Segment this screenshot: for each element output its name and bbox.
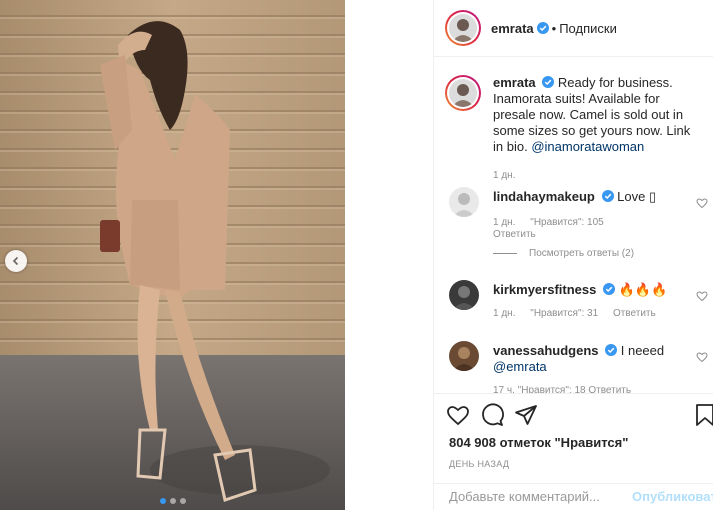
- photo-pagination-dots: [0, 498, 345, 504]
- post-header: emrata • Подписки: [434, 0, 713, 57]
- verified-badge-icon: [605, 344, 618, 356]
- author-avatar-ring[interactable]: [445, 10, 481, 46]
- post-time[interactable]: ДЕНЬ НАЗАД: [449, 459, 509, 469]
- replies-divider: [493, 253, 517, 254]
- small-heart-icon[interactable]: [696, 290, 708, 302]
- post-photo[interactable]: [0, 0, 345, 510]
- comment-text: I neeed: [620, 343, 665, 358]
- post-caption: emrata Ready for business. Inamorata sui…: [445, 75, 710, 155]
- comment-meta: 1 дн. "Нравится": 105: [493, 217, 616, 228]
- header-separator: •: [551, 20, 557, 36]
- view-replies-label[interactable]: Посмотреть ответы (2): [529, 248, 634, 259]
- following-button[interactable]: Подписки: [559, 21, 617, 36]
- comment-likes[interactable]: "Нравится": 105: [530, 217, 603, 228]
- post-actions: 804 908 отметок "Нравится" ДЕНЬ НАЗАД Оп…: [434, 393, 713, 510]
- view-replies-button[interactable]: Посмотреть ответы (2): [493, 248, 634, 259]
- pagination-dot: [179, 498, 186, 504]
- commenter-username[interactable]: lindahaymakeup: [493, 189, 595, 204]
- author-avatar[interactable]: [449, 14, 477, 42]
- action-icons: [446, 403, 538, 427]
- caption-avatar-ring[interactable]: [445, 75, 481, 111]
- small-heart-icon[interactable]: [696, 351, 708, 363]
- commenter-avatar[interactable]: [449, 341, 479, 371]
- comment-meta: 1 дн. "Нравится": 31 Ответить: [493, 308, 668, 319]
- heart-icon[interactable]: [446, 403, 470, 427]
- small-heart-icon[interactable]: [696, 197, 708, 209]
- verified-badge-icon: [542, 76, 555, 88]
- commenter-username[interactable]: vanessahudgens: [493, 343, 599, 358]
- verified-badge-icon: [601, 190, 614, 202]
- share-icon[interactable]: [514, 403, 538, 427]
- reply-button[interactable]: Ответить: [493, 229, 536, 240]
- post-details-panel: emrata • Подписки emrata Ready for busin…: [433, 0, 713, 510]
- caption-avatar[interactable]: [449, 79, 477, 107]
- comment-time[interactable]: 1 дн.: [493, 308, 515, 319]
- publish-button[interactable]: Опубликовать: [632, 489, 713, 504]
- comment-text: Love: [617, 189, 649, 204]
- caption-username[interactable]: emrata: [493, 75, 536, 90]
- reply-button[interactable]: Ответить: [613, 308, 656, 319]
- post-image: [0, 0, 345, 510]
- bookmark-button[interactable]: [693, 403, 713, 427]
- commenter-avatar[interactable]: [449, 187, 479, 217]
- comment-icon[interactable]: [480, 403, 504, 427]
- comment-mention-link[interactable]: @emrata: [493, 359, 547, 374]
- pagination-dot: [169, 498, 176, 504]
- pagination-dot-active: [159, 498, 166, 504]
- comment-input[interactable]: [449, 489, 629, 504]
- chevron-left-icon: [12, 256, 19, 266]
- comment-emoji: ▯: [648, 189, 657, 204]
- caption-time: 1 дн.: [493, 170, 516, 181]
- commenter-username[interactable]: kirkmyersfitness: [493, 282, 596, 297]
- comment-likes[interactable]: "Нравится": 31: [530, 308, 598, 319]
- verified-badge-icon: [536, 22, 549, 34]
- verified-badge-icon: [602, 283, 615, 295]
- comment-time[interactable]: 1 дн.: [493, 217, 515, 228]
- likes-count[interactable]: 804 908 отметок "Нравится": [449, 435, 628, 450]
- caption-mention-link[interactable]: @inamoratawoman: [531, 139, 644, 154]
- add-comment-bar: Опубликовать: [434, 483, 713, 510]
- bookmark-icon: [696, 404, 713, 426]
- author-username[interactable]: emrata: [491, 21, 534, 36]
- commenter-avatar[interactable]: [449, 280, 479, 310]
- comment-emoji: 🔥🔥🔥: [618, 282, 668, 297]
- previous-photo-button[interactable]: [5, 250, 27, 272]
